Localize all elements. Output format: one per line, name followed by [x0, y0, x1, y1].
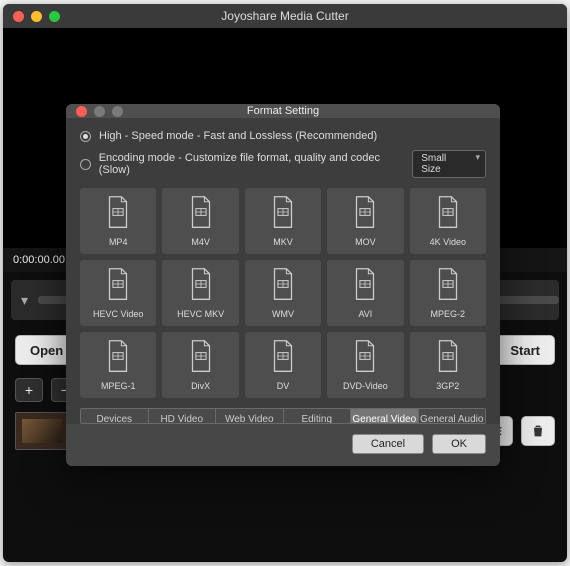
format-label: DV — [277, 381, 290, 391]
file-icon — [187, 267, 215, 304]
modal-title: Format Setting — [66, 105, 500, 117]
main-titlebar[interactable]: Joyoshare Media Cutter — [3, 4, 567, 28]
zoom-icon[interactable] — [49, 11, 60, 22]
app-title: Joyoshare Media Cutter — [3, 9, 567, 23]
chevron-down-icon[interactable]: ▾ — [11, 292, 38, 309]
format-label: HEVC MKV — [177, 309, 224, 319]
current-time: 0:00:00.00 — [13, 254, 65, 266]
modal-body: High - Speed mode - Fast and Lossless (R… — [66, 118, 500, 398]
file-icon — [104, 195, 132, 232]
format-mpeg-1[interactable]: MPEG-1 — [80, 332, 156, 398]
tab-hd-video[interactable]: HD Video — [149, 409, 217, 423]
ok-button[interactable]: OK — [432, 434, 486, 454]
tab-general-audio[interactable]: General Audio — [419, 409, 486, 423]
format-divx[interactable]: DivX — [162, 332, 238, 398]
modal-minimize-icon — [94, 106, 105, 117]
format-label: DVD-Video — [343, 381, 388, 391]
file-icon — [434, 195, 462, 232]
delete-button[interactable] — [521, 416, 555, 446]
file-icon — [269, 267, 297, 304]
format-label: MPEG-1 — [101, 381, 136, 391]
format-m4v[interactable]: M4V — [162, 188, 238, 254]
file-icon — [351, 195, 379, 232]
tab-editing[interactable]: Editing — [284, 409, 352, 423]
tab-web-video[interactable]: Web Video — [216, 409, 284, 423]
format-3gp2[interactable]: 3GP2 — [410, 332, 486, 398]
format-4k-video[interactable]: 4K Video — [410, 188, 486, 254]
format-label: AVI — [358, 309, 372, 319]
format-hevc-video[interactable]: HEVC Video — [80, 260, 156, 326]
file-icon — [351, 267, 379, 304]
size-dropdown[interactable]: Small Size — [412, 150, 486, 178]
modal-close-icon[interactable] — [76, 106, 87, 117]
minimize-icon[interactable] — [31, 11, 42, 22]
format-mov[interactable]: MOV — [327, 188, 403, 254]
mode-high-label: High - Speed mode - Fast and Lossless (R… — [99, 130, 377, 142]
window-controls — [3, 11, 60, 22]
file-icon — [434, 267, 462, 304]
file-icon — [351, 339, 379, 376]
format-mkv[interactable]: MKV — [245, 188, 321, 254]
close-icon[interactable] — [13, 11, 24, 22]
format-grid: MP4 M4V MKV MOV 4K Video HEVC Video HEVC MKV WM… — [80, 188, 486, 398]
radio-high-speed[interactable] — [80, 131, 91, 142]
file-icon — [434, 339, 462, 376]
format-label: MOV — [355, 237, 376, 247]
trash-icon — [530, 423, 546, 439]
cancel-button[interactable]: Cancel — [352, 434, 424, 454]
modal-zoom-icon — [112, 106, 123, 117]
file-icon — [187, 195, 215, 232]
format-wmv[interactable]: WMV — [245, 260, 321, 326]
tab-general-video[interactable]: General Video — [351, 409, 419, 423]
format-hevc-mkv[interactable]: HEVC MKV — [162, 260, 238, 326]
format-dv[interactable]: DV — [245, 332, 321, 398]
file-icon — [104, 267, 132, 304]
start-button[interactable]: Start — [495, 335, 555, 365]
format-mp4[interactable]: MP4 — [80, 188, 156, 254]
format-label: MKV — [273, 237, 293, 247]
file-icon — [269, 195, 297, 232]
format-label: 3GP2 — [436, 381, 459, 391]
radio-encoding[interactable] — [80, 159, 91, 170]
format-setting-modal: Format Setting High - Speed mode - Fast … — [66, 104, 500, 466]
format-label: HEVC Video — [93, 309, 143, 319]
format-label: MPEG-2 — [431, 309, 466, 319]
format-label: MP4 — [109, 237, 128, 247]
format-mpeg-2[interactable]: MPEG-2 — [410, 260, 486, 326]
modal-window-controls — [66, 106, 123, 117]
mode-encoding-label: Encoding mode - Customize file format, q… — [99, 152, 405, 176]
format-label: WMV — [272, 309, 294, 319]
mode-high-speed-row[interactable]: High - Speed mode - Fast and Lossless (R… — [80, 130, 486, 142]
mode-encoding-row[interactable]: Encoding mode - Customize file format, q… — [80, 150, 486, 178]
format-label: M4V — [191, 237, 210, 247]
file-icon — [104, 339, 132, 376]
modal-titlebar[interactable]: Format Setting — [66, 104, 500, 118]
add-segment-button[interactable]: + — [15, 378, 43, 402]
format-label: 4K Video — [430, 237, 466, 247]
format-dvd-video[interactable]: DVD-Video — [327, 332, 403, 398]
tab-devices[interactable]: Devices — [81, 409, 149, 423]
file-icon — [187, 339, 215, 376]
format-avi[interactable]: AVI — [327, 260, 403, 326]
category-tabs: DevicesHD VideoWeb VideoEditingGeneral V… — [80, 408, 486, 424]
format-label: DivX — [191, 381, 210, 391]
modal-footer: Cancel OK — [66, 424, 500, 466]
file-icon — [269, 339, 297, 376]
clip-thumbnail[interactable] — [15, 412, 69, 450]
